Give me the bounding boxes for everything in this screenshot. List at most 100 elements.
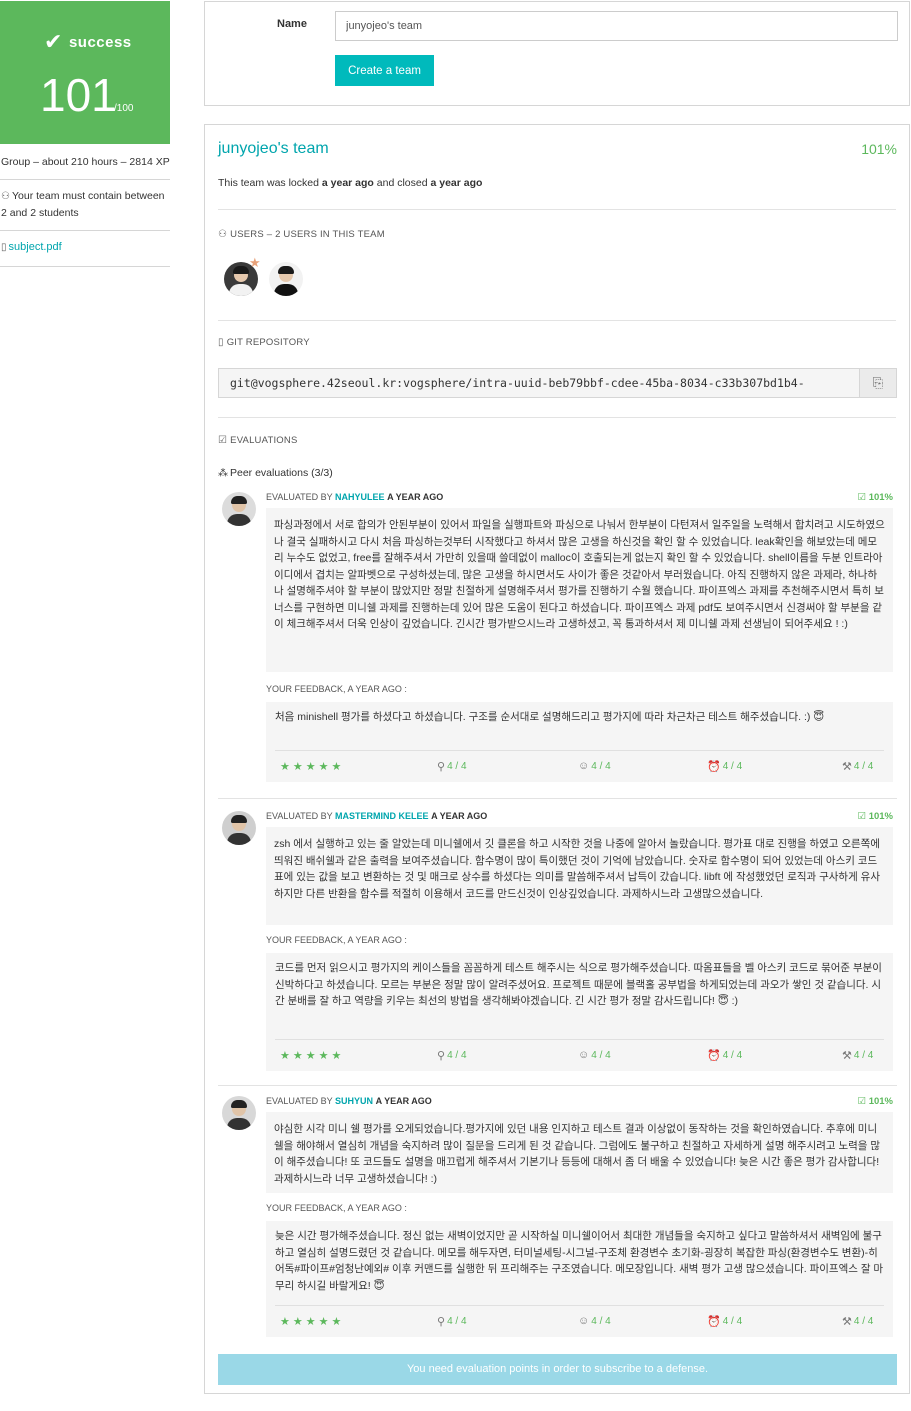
evaluation-divider — [218, 1085, 897, 1086]
search-person-icon: ⚲ — [437, 1316, 446, 1328]
avatar-body — [227, 833, 251, 845]
feedback-box: 늦은 시간 평가해주셨습니다. 정신 없는 새벽이었지만 곧 시작하실 미니쉘이… — [266, 1221, 893, 1337]
evaluator-login[interactable]: SUHYUN — [335, 1096, 373, 1106]
check-icon: ☑ — [857, 1096, 869, 1107]
users-section-title: ⚇ USERS – 2 USERS IN THIS TEAM — [218, 229, 385, 240]
feedback-box: 코드를 먼저 읽으시고 평가지의 케이스들을 꼼꼼하게 테스트 해주시는 식으로… — [266, 953, 893, 1071]
evaluations-title: EVALUATIONS — [230, 435, 298, 446]
avatar-hair — [233, 266, 249, 274]
evaluation-score: ☑ 101% — [858, 492, 893, 503]
file-icon: ▯ — [1, 241, 7, 253]
sidebar-divider — [0, 179, 170, 180]
defense-notice: You need evaluation points in order to s… — [218, 1354, 897, 1385]
interested-rating: ⚲ 4 / 4 — [437, 1315, 467, 1328]
evaluation-comment: zsh 에서 실행하고 있는 줄 알았는데 미니쉘에서 깃 클론을 하고 시작한… — [266, 827, 893, 925]
feedback-text: 늦은 시간 평가해주셨습니다. 정신 없는 새벽이었지만 곧 시작하실 미니쉘이… — [275, 1230, 884, 1292]
nice-value: 4 / 4 — [591, 1315, 611, 1327]
rigorous-value: 4 / 4 — [853, 1050, 874, 1061]
evaluation-item: EVALUATED BY SUHYUN A YEAR AGO ☑ 101% 야심… — [218, 1096, 897, 1346]
evaluation-item: EVALUATED BY NAHYULEE A YEAR AGO ☑ 101% … — [218, 492, 897, 799]
team-name-input[interactable] — [335, 11, 898, 41]
clock-icon: ⏰ — [707, 761, 721, 773]
section-divider — [218, 209, 896, 210]
evaluated-by-label: EVALUATED BY — [266, 492, 333, 502]
git-section-title: ▯ GIT REPOSITORY — [218, 337, 310, 348]
clock-icon: ⏰ — [707, 1050, 721, 1062]
search-person-icon: ⚲ — [437, 761, 446, 773]
punctuality-value: 4 / 4 — [722, 761, 743, 772]
final-mark: 101 — [40, 69, 117, 121]
subject-link-text[interactable]: subject.pdf — [9, 241, 62, 253]
rating-stars: ★★★★★ — [280, 1050, 345, 1062]
subject-link[interactable]: ▯ subject.pdf — [1, 241, 62, 253]
feedback-text: 코드를 먼저 읽으시고 평가지의 케이스들을 꼼꼼하게 테스트 해주시는 식으로… — [275, 962, 882, 1007]
leader-star-icon: ★ — [249, 255, 261, 270]
evaluated-by-label: EVALUATED BY — [266, 811, 333, 821]
avatar-hair — [231, 496, 247, 504]
evaluation-meta: EVALUATED BY SUHYUN A YEAR AGO — [266, 1096, 432, 1106]
clock-icon: ⏰ — [707, 1316, 721, 1328]
check-icon: ☑ — [857, 492, 869, 503]
evaluation-score-value: 101% — [868, 811, 893, 822]
rigorous-rating: ⚒ 4 / 4 — [842, 1315, 873, 1328]
punctuality-value: 4 / 4 — [722, 1316, 743, 1327]
users-icon: ⚇ — [1, 191, 10, 202]
avatar[interactable] — [269, 262, 303, 296]
nice-rating: ☺ 4 / 4 — [578, 1315, 611, 1327]
hammer-icon: ⚒ — [842, 761, 852, 773]
avatar-body — [274, 284, 298, 296]
feedback-label: YOUR FEEDBACK, A YEAR AGO : — [266, 935, 407, 945]
avatar-body — [227, 1118, 251, 1130]
score-box: ✔ success 101 /100 — [0, 1, 170, 144]
evaluator-login[interactable]: MASTERMIND KELEE — [335, 811, 429, 821]
closed-when: a year ago — [430, 177, 483, 189]
evaluation-time: A YEAR AGO — [375, 1096, 432, 1106]
feedback-label: YOUR FEEDBACK, A YEAR AGO : — [266, 1203, 407, 1213]
team-rule-text: Your team must contain between 2 and 2 s… — [1, 190, 165, 219]
clipboard-icon[interactable]: ⎘ — [859, 369, 896, 397]
feedback-ratings: ★★★★★ ⚲ 4 / 4 ☺ 4 / 4 ⏰ 4 / 4 ⚒ 4 / 4 — [275, 750, 884, 782]
evaluator-avatar[interactable] — [222, 492, 256, 526]
feedback-label: YOUR FEEDBACK, A YEAR AGO : — [266, 684, 407, 694]
interested-value: 4 / 4 — [447, 761, 467, 772]
nice-rating: ☺ 4 / 4 — [578, 1049, 611, 1061]
punctuality-rating: ⏰ 4 / 4 — [707, 1049, 742, 1062]
lock-prefix: This team was locked — [218, 177, 319, 189]
users-icon: ⚇ — [218, 229, 228, 240]
check-icon: ☑ — [857, 811, 869, 822]
evaluation-meta: EVALUATED BY NAHYULEE A YEAR AGO — [266, 492, 443, 502]
rigorous-rating: ⚒ 4 / 4 — [842, 1049, 873, 1062]
group-info: Group – about 210 hours – 2814 XP — [1, 156, 170, 168]
evaluation-time: A YEAR AGO — [431, 811, 488, 821]
evaluator-avatar[interactable] — [222, 1096, 256, 1130]
locked-when: a year ago — [321, 177, 374, 189]
search-person-icon: ⚲ — [437, 1050, 446, 1062]
feedback-text: 처음 minishell 평가를 하셨다고 하셨습니다. 구조를 순서대로 설명… — [275, 711, 825, 723]
evaluation-time: A YEAR AGO — [387, 492, 444, 502]
feedback-box: 처음 minishell 평가를 하셨다고 하셨습니다. 구조를 순서대로 설명… — [266, 702, 893, 782]
evaluations-section-title: ☑ EVALUATIONS — [218, 435, 297, 446]
avatar-hair — [231, 1100, 247, 1108]
create-team-button[interactable]: Create a team — [335, 55, 434, 86]
nice-rating: ☺ 4 / 4 — [578, 760, 611, 772]
smile-icon: ☺ — [578, 1049, 590, 1061]
smile-icon: ☺ — [578, 760, 590, 772]
evaluator-avatar[interactable] — [222, 811, 256, 845]
interested-value: 4 / 4 — [447, 1050, 467, 1061]
peers-icon: ⁂ — [218, 467, 228, 479]
team-title[interactable]: junyojeo's team — [218, 140, 329, 158]
git-repository-field: git@vogsphere.42seoul.kr:vogsphere/intra… — [218, 368, 897, 398]
evaluation-comment: 야심한 시각 미니 쉘 평가를 오게되었습니다.평가지에 있던 내용 인지하고 … — [266, 1112, 893, 1193]
users-title: USERS – 2 USERS IN THIS TEAM — [230, 229, 385, 240]
git-url[interactable]: git@vogsphere.42seoul.kr:vogsphere/intra… — [219, 369, 859, 397]
evaluator-login[interactable]: NAHYULEE — [335, 492, 385, 502]
nice-value: 4 / 4 — [591, 1049, 611, 1061]
checkbox-icon: ☑ — [218, 435, 228, 446]
evaluation-item: EVALUATED BY MASTERMIND KELEE A YEAR AGO… — [218, 811, 897, 1086]
punctuality-value: 4 / 4 — [722, 1050, 743, 1061]
lock-info: This team was locked a year ago and clos… — [218, 177, 482, 189]
rating-stars: ★★★★★ — [280, 761, 345, 773]
max-mark: /100 — [114, 103, 134, 114]
peer-title: Peer evaluations (3/3) — [230, 467, 333, 479]
file-icon: ▯ — [218, 337, 224, 348]
